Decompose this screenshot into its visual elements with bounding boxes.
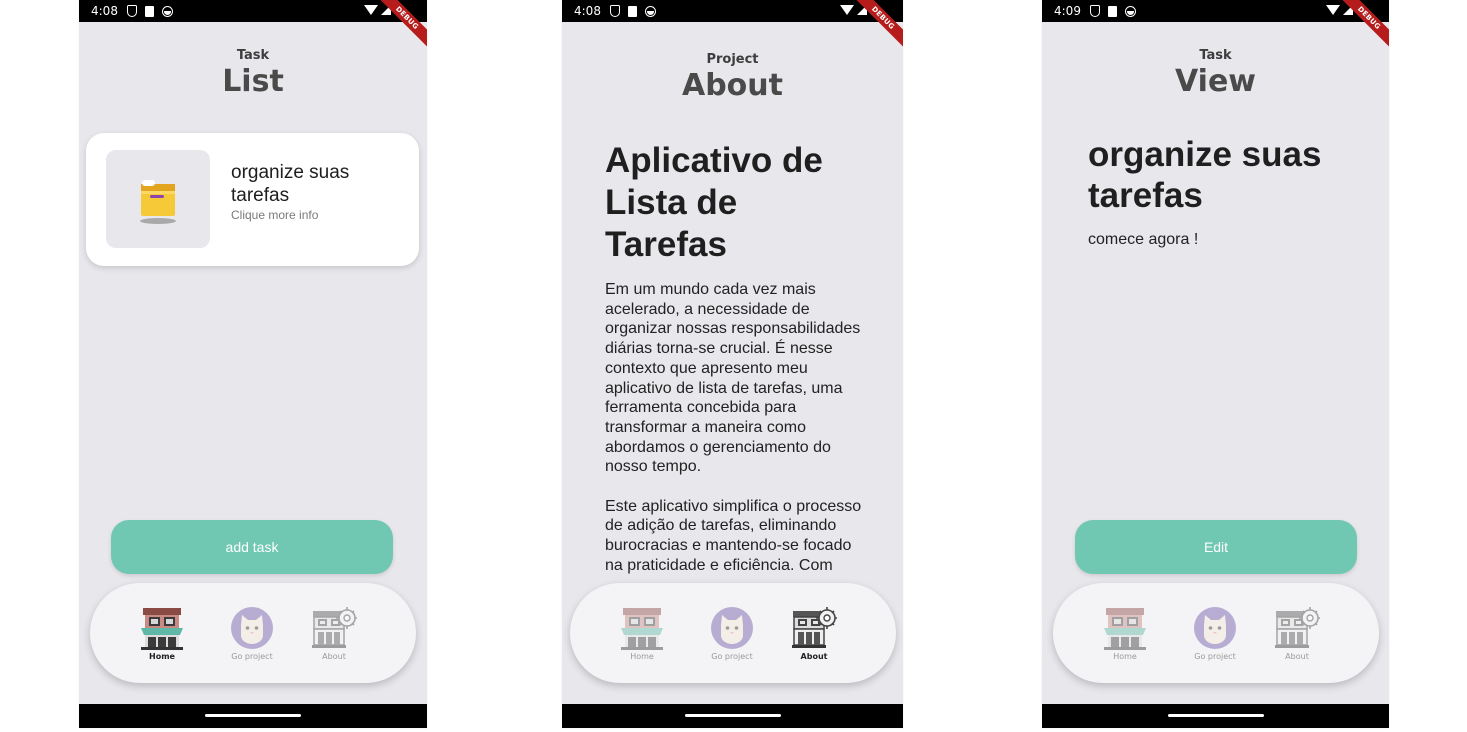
- nav-label-about: About: [800, 652, 828, 661]
- nav-item-go-project[interactable]: Go project: [222, 605, 282, 661]
- nav-item-about[interactable]: About: [784, 605, 844, 661]
- task-thumbnail: [106, 150, 210, 248]
- task-list-screen: 4:08 DEBUG Task List organize suas taref…: [79, 0, 427, 728]
- home-icon: [1102, 605, 1148, 651]
- task-title: organize suas tarefas: [231, 162, 350, 206]
- page-subtitle: Task: [1199, 48, 1232, 63]
- status-bar: 4:08: [562, 0, 903, 22]
- nav-item-about[interactable]: About: [1267, 605, 1327, 661]
- nav-label-home: Home: [1113, 652, 1137, 661]
- status-time: 4:08: [91, 4, 118, 18]
- sim-card-icon: [144, 5, 154, 17]
- system-nav-bar: [79, 704, 427, 728]
- bottom-nav: Home Go project About: [570, 583, 896, 683]
- about-paragraph-1: Em um mundo cada vez mais acelerado, a n…: [605, 281, 861, 476]
- about-icon: [791, 605, 837, 651]
- nav-label-home: Home: [149, 652, 175, 661]
- edit-button[interactable]: Edit: [1075, 520, 1357, 574]
- home-icon: [139, 605, 185, 651]
- github-cat-icon: [229, 605, 275, 651]
- sim-card-icon: [1107, 5, 1117, 17]
- nav-label-go-project: Go project: [711, 652, 753, 661]
- sim-card-icon: [627, 5, 637, 17]
- home-gesture-pill[interactable]: [205, 714, 301, 717]
- task-card[interactable]: organize suas tarefas Clique more info: [86, 133, 419, 266]
- task-description: comece agora !: [1088, 231, 1199, 248]
- nav-item-go-project[interactable]: Go project: [1185, 605, 1245, 661]
- nav-item-go-project[interactable]: Go project: [702, 605, 762, 661]
- about-heading: Aplicativo de Lista de Tarefas: [605, 141, 823, 264]
- status-time: 4:08: [574, 4, 601, 18]
- about-screen: 4:08 DEBUG Project About Aplicativo de L…: [562, 0, 903, 728]
- about-body: Em um mundo cada vez mais acelerado, a n…: [605, 280, 863, 580]
- task-title: organize suas tarefas: [1088, 135, 1322, 215]
- nav-label-home: Home: [630, 652, 654, 661]
- home-icon: [619, 605, 665, 651]
- page-title: View: [1174, 64, 1257, 99]
- page-title: List: [222, 64, 284, 99]
- nav-label-about: About: [322, 652, 346, 661]
- about-icon: [311, 605, 357, 651]
- shield-icon: [126, 5, 137, 17]
- bottom-nav: Home Go project About: [90, 583, 416, 683]
- wifi-icon: [364, 5, 378, 15]
- shield-icon: [1089, 5, 1100, 17]
- nav-label-go-project: Go project: [1194, 652, 1236, 661]
- task-subtitle: Clique more info: [231, 208, 319, 222]
- home-gesture-pill[interactable]: [1167, 714, 1264, 717]
- status-time: 4:09: [1054, 4, 1081, 18]
- bottom-nav: Home Go project About: [1053, 583, 1379, 683]
- nav-label-go-project: Go project: [231, 652, 273, 661]
- page-subtitle: Task: [236, 48, 270, 63]
- status-bar: 4:09: [1042, 0, 1389, 22]
- nav-label-about: About: [1285, 652, 1309, 661]
- data-saver-icon: [1124, 5, 1136, 17]
- page-subtitle: Project: [706, 52, 759, 67]
- system-nav-bar: [1042, 704, 1389, 728]
- nav-item-about[interactable]: About: [304, 605, 364, 661]
- box-icon: [128, 170, 188, 230]
- page-title: About: [681, 68, 783, 103]
- github-cat-icon: [1192, 605, 1238, 651]
- task-view-screen: 4:09 DEBUG Task View organize suas taref…: [1042, 0, 1389, 728]
- nav-item-home[interactable]: Home: [612, 605, 672, 661]
- add-task-button[interactable]: add task: [111, 520, 393, 574]
- about-icon: [1274, 605, 1320, 651]
- wifi-icon: [840, 5, 854, 15]
- about-paragraph-2: Este aplicativo simplifica o processo de…: [605, 497, 862, 574]
- wifi-icon: [1326, 5, 1340, 15]
- home-gesture-pill[interactable]: [684, 714, 781, 717]
- status-bar: 4:08: [79, 0, 427, 22]
- data-saver-icon: [161, 5, 173, 17]
- github-cat-icon: [709, 605, 755, 651]
- data-saver-icon: [644, 5, 656, 17]
- system-nav-bar: [562, 704, 903, 728]
- nav-item-home[interactable]: Home: [1095, 605, 1155, 661]
- nav-item-home[interactable]: Home: [132, 605, 192, 661]
- shield-icon: [609, 5, 620, 17]
